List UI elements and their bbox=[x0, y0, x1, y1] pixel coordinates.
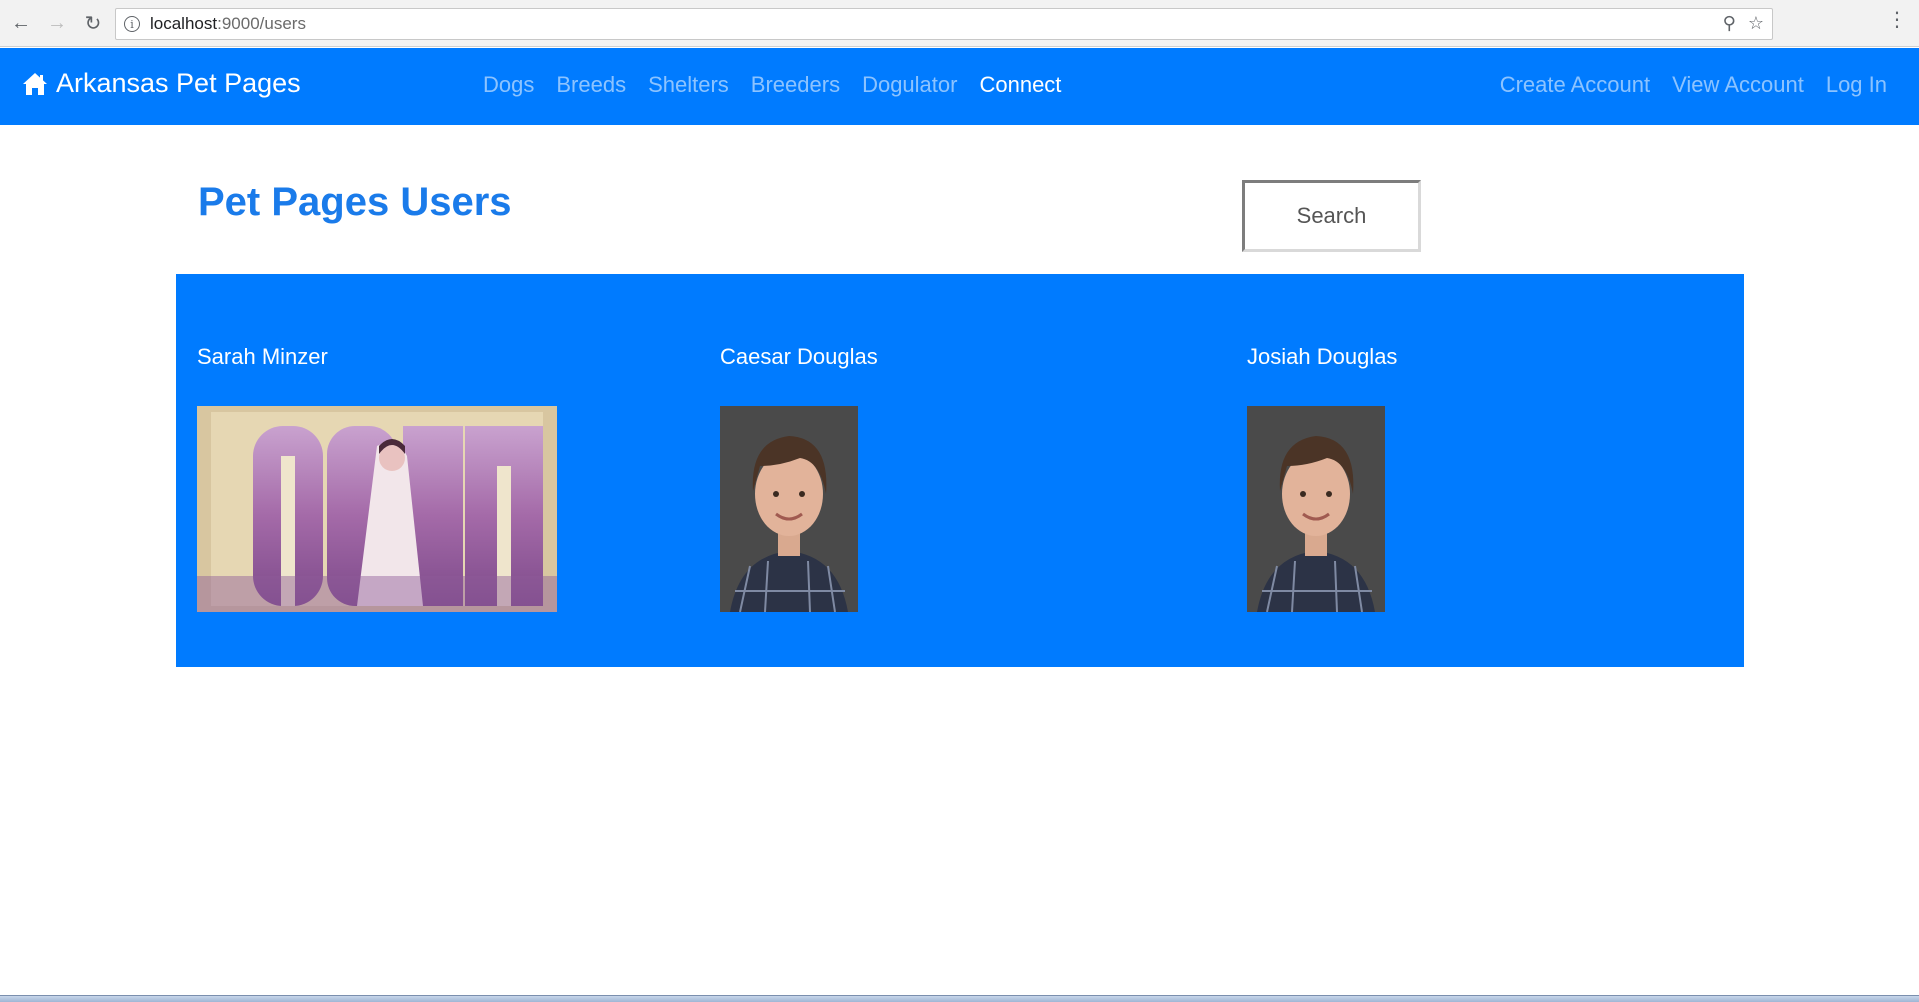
user-card[interactable]: Josiah Douglas bbox=[1247, 344, 1397, 612]
url-host: localhost bbox=[150, 14, 218, 33]
os-taskbar bbox=[0, 995, 1919, 1002]
main-nav: Dogs Breeds Shelters Breeders Dogulator … bbox=[483, 72, 1061, 98]
brand-text: Arkansas Pet Pages bbox=[56, 68, 301, 98]
browser-menu-icon[interactable]: ⋮ bbox=[1887, 10, 1907, 30]
user-photo[interactable] bbox=[197, 406, 557, 612]
nav-breeders[interactable]: Breeders bbox=[751, 72, 840, 98]
nav-breeds[interactable]: Breeds bbox=[556, 72, 626, 98]
nav-log-in[interactable]: Log In bbox=[1826, 72, 1887, 98]
users-panel: Sarah Minzer Caesar Douglas Josiah Dougl… bbox=[176, 274, 1744, 667]
user-card[interactable]: Sarah Minzer bbox=[197, 344, 557, 612]
home-icon bbox=[23, 72, 47, 95]
bookmark-star-icon[interactable]: ☆ bbox=[1748, 13, 1764, 34]
nav-create-account[interactable]: Create Account bbox=[1500, 72, 1650, 98]
url-path: :9000/users bbox=[217, 14, 306, 33]
user-photo[interactable] bbox=[1247, 406, 1385, 612]
nav-connect[interactable]: Connect bbox=[979, 72, 1061, 98]
user-name[interactable]: Sarah Minzer bbox=[197, 344, 557, 370]
site-navbar: Arkansas Pet Pages Dogs Breeds Shelters … bbox=[0, 48, 1919, 125]
user-card[interactable]: Caesar Douglas bbox=[720, 344, 878, 612]
nav-view-account[interactable]: View Account bbox=[1672, 72, 1804, 98]
nav-dogs[interactable]: Dogs bbox=[483, 72, 534, 98]
address-bar[interactable]: i localhost:9000/users ⚲ ☆ bbox=[115, 8, 1773, 40]
nav-shelters[interactable]: Shelters bbox=[648, 72, 729, 98]
page-title: Pet Pages Users bbox=[198, 180, 512, 224]
forward-arrow-icon[interactable]: → bbox=[42, 8, 72, 38]
reload-icon[interactable]: ↻ bbox=[78, 8, 108, 38]
user-photo[interactable] bbox=[720, 406, 858, 612]
account-nav: Create Account View Account Log In bbox=[1500, 72, 1887, 98]
zoom-icon[interactable]: ⚲ bbox=[1723, 13, 1736, 34]
browser-toolbar: ← → ↻ i localhost:9000/users ⚲ ☆ ⋮ bbox=[0, 0, 1919, 47]
brand-link[interactable]: Arkansas Pet Pages bbox=[22, 68, 301, 99]
search-button[interactable]: Search bbox=[1242, 180, 1421, 252]
nav-dogulator[interactable]: Dogulator bbox=[862, 72, 957, 98]
info-icon[interactable]: i bbox=[124, 16, 140, 32]
user-name[interactable]: Josiah Douglas bbox=[1247, 344, 1397, 370]
back-arrow-icon[interactable]: ← bbox=[6, 8, 36, 38]
user-name[interactable]: Caesar Douglas bbox=[720, 344, 878, 370]
